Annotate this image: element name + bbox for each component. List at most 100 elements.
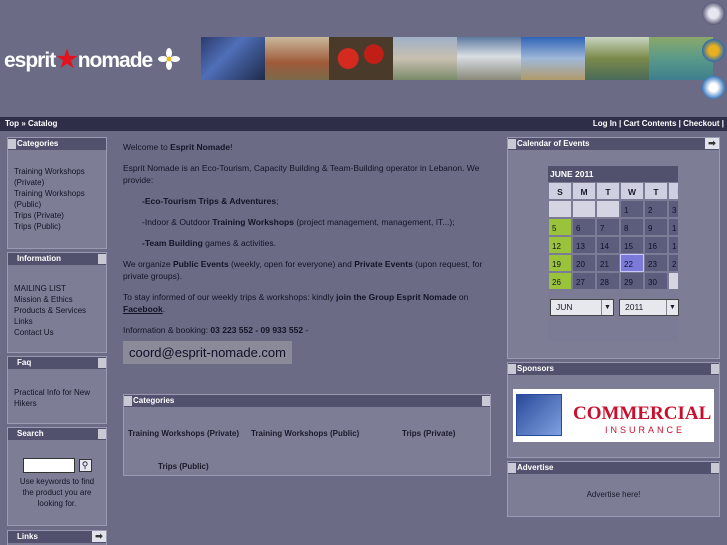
info-link[interactable]: Products & Services <box>14 305 100 316</box>
calendar-day[interactable]: 29 <box>620 272 644 290</box>
calendar-day[interactable]: 1 <box>668 236 678 254</box>
checkout-link[interactable]: Checkout <box>683 119 719 128</box>
booking-post: - <box>303 325 309 335</box>
sponsor-sub: INSURANCE <box>605 425 686 435</box>
calendar-day[interactable]: 22 <box>620 254 644 272</box>
corner-icon <box>482 396 490 406</box>
corner-icon <box>508 463 516 473</box>
search-input[interactable] <box>22 458 75 473</box>
cart-link[interactable]: Cart Contents <box>624 119 677 128</box>
photo-snow-valley <box>457 37 521 80</box>
category-link[interactable]: Trips (Public) <box>158 462 209 471</box>
calendar-day[interactable]: 12 <box>548 236 572 254</box>
category-link[interactable]: Training Workshops (Private) <box>128 429 239 438</box>
calendar-day[interactable]: 15 <box>620 236 644 254</box>
calendar-day[interactable]: 27 <box>572 272 596 290</box>
category-link[interactable]: Trips (Public) <box>14 221 100 232</box>
calendar-day[interactable]: 5 <box>548 218 572 236</box>
welcome-pre: Welcome to <box>123 142 171 152</box>
calendar-day-header: T <box>596 182 620 200</box>
category-link[interactable]: Training Workshops (Public) <box>14 188 100 210</box>
calendar-day[interactable]: 21 <box>596 254 620 272</box>
calendar-day[interactable]: 2 <box>668 254 678 272</box>
calendar-day[interactable]: 28 <box>596 272 620 290</box>
corner-icon <box>98 254 106 264</box>
info-link[interactable]: Links <box>14 316 100 327</box>
search-box: Search ⚲ Use keywords to find the produc… <box>7 427 107 526</box>
welcome-bold: Esprit Nomade <box>170 142 231 152</box>
bullet-workshops-bold: Training Workshops <box>212 217 294 227</box>
flower-icon <box>158 48 180 70</box>
info-link[interactable]: Mission & Ethics <box>14 294 100 305</box>
calendar-day[interactable]: 30 <box>644 272 668 290</box>
year-select-value: 2011 <box>625 302 644 312</box>
events-public: Public Events <box>172 259 229 269</box>
calendar-day[interactable]: 16 <box>644 236 668 254</box>
sponsors-title: Sponsors <box>517 364 554 373</box>
information-box: Information MAILING LIST Mission & Ethic… <box>7 252 107 353</box>
calendar-day[interactable]: 1 <box>668 218 678 236</box>
categories-title: Categories <box>17 139 59 148</box>
category-link[interactable]: Training Workshops (Private) <box>14 166 100 188</box>
bullet-eco-post: ; <box>276 196 279 206</box>
login-link[interactable]: Log In <box>593 119 617 128</box>
search-icon[interactable]: ⚲ <box>78 459 92 472</box>
calendar-day[interactable]: 19 <box>548 254 572 272</box>
breadcrumb-separator: » <box>21 119 26 128</box>
corner-icon <box>98 429 106 439</box>
bullet-team: -Team Building games & activities. <box>116 237 502 249</box>
box-header: Categories <box>124 395 490 407</box>
events-mid: (weekly, open for everyone) and <box>228 259 355 269</box>
corner-icon <box>711 364 719 374</box>
bullet-team-bold: -Team Building <box>142 238 203 248</box>
box-header: Calendar of Events ➡ <box>508 138 719 150</box>
photo-stone-house <box>393 37 457 80</box>
bullet-eco: -Eco-Tourism Trips & Adventures; <box>116 195 502 207</box>
main-content: Welcome to Esprit Nomade! Esprit Nomade … <box>116 133 502 364</box>
calendar-day[interactable]: 9 <box>644 218 668 236</box>
calendar-day[interactable]: 23 <box>644 254 668 272</box>
photo-house <box>265 37 329 80</box>
breadcrumb-top[interactable]: Top <box>5 119 19 128</box>
events-private: Private Events <box>354 259 413 269</box>
corner-icon <box>711 463 719 473</box>
calendar-day[interactable]: 14 <box>596 236 620 254</box>
satellite-icon[interactable] <box>702 2 725 25</box>
advertise-text[interactable]: Advertise here! <box>508 474 719 499</box>
calendar-day[interactable]: 8 <box>620 218 644 236</box>
site-logo[interactable]: esprit★nomade <box>4 45 154 74</box>
world-icon[interactable] <box>702 76 725 99</box>
calendar-day[interactable]: 1 <box>620 200 644 218</box>
calendar-widget: JUNE 2011 SMTWTF123567891121314151611920… <box>548 166 679 341</box>
calendar-day[interactable]: 3 <box>668 200 678 218</box>
calendar-day[interactable]: 20 <box>572 254 596 272</box>
sponsor-banner[interactable]: COMMERCIAL INSURANCE <box>513 389 714 442</box>
calendar-day[interactable]: 13 <box>572 236 596 254</box>
calendar-day[interactable]: 2 <box>644 200 668 218</box>
year-select[interactable]: 2011 ▼ <box>619 299 679 316</box>
globe-icon[interactable] <box>702 39 725 62</box>
email-address[interactable]: coord@esprit-nomade.com <box>123 341 292 364</box>
bullet-eco-bold: -Eco-Tourism Trips & Adventures <box>142 196 277 206</box>
category-link[interactable]: Trips (Private) <box>14 210 100 221</box>
breadcrumb: Top » Catalog <box>5 119 57 128</box>
breadcrumb-catalog[interactable]: Catalog <box>28 119 57 128</box>
box-header: Links ➡ <box>8 531 106 543</box>
photo-blue-flowers <box>201 37 265 80</box>
join-post: . <box>162 304 166 314</box>
info-link[interactable]: Contact Us <box>14 327 100 338</box>
calendar-day[interactable]: 26 <box>548 272 572 290</box>
calendar-day[interactable]: 6 <box>572 218 596 236</box>
calendar-day[interactable]: 7 <box>596 218 620 236</box>
facebook-link[interactable]: Facebook <box>123 304 163 314</box>
box-header: Advertise <box>508 462 719 474</box>
faq-link[interactable]: Practical Info for New Hikers <box>14 387 100 409</box>
arrow-right-icon[interactable]: ➡ <box>92 531 106 542</box>
category-link[interactable]: Training Workshops (Public) <box>251 429 359 438</box>
info-link[interactable]: MAILING LIST <box>14 283 100 294</box>
arrow-right-icon[interactable]: ➡ <box>705 138 719 149</box>
box-header: Sponsors <box>508 363 719 375</box>
category-link[interactable]: Trips (Private) <box>402 429 455 438</box>
month-select[interactable]: JUN ▼ <box>550 299 614 316</box>
logo-text-right: nomade <box>77 49 154 72</box>
